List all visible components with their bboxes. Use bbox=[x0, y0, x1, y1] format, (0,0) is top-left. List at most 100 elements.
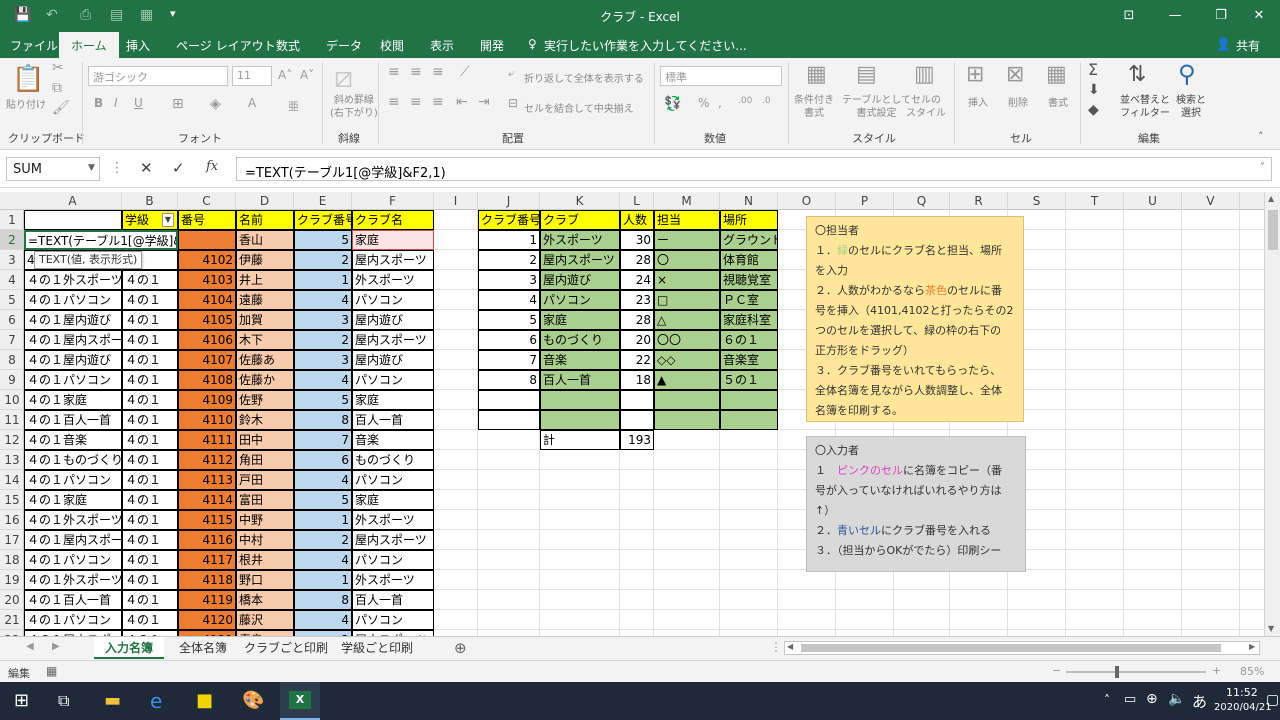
cell-k8[interactable]: 音楽 bbox=[540, 350, 620, 370]
row-header-10[interactable]: 10 bbox=[0, 390, 24, 410]
expand-formula-icon[interactable]: ˅ bbox=[1260, 162, 1265, 173]
cell-f20[interactable]: 百人一首 bbox=[352, 590, 434, 610]
excel-taskbar-button[interactable]: X bbox=[280, 682, 320, 720]
cell-b18[interactable]: ４の１ bbox=[122, 550, 178, 570]
cell-f11[interactable]: 百人一首 bbox=[352, 410, 434, 430]
cell-f21[interactable]: パソコン bbox=[352, 610, 434, 630]
cell-d7[interactable]: 木下 bbox=[236, 330, 294, 350]
cell-b10[interactable]: ４の１ bbox=[122, 390, 178, 410]
cell-n10[interactable] bbox=[720, 390, 778, 410]
club-header-l[interactable]: 人数 bbox=[620, 210, 654, 230]
paste-button[interactable]: 貼り付け bbox=[6, 96, 46, 111]
cell-d18[interactable]: 根井 bbox=[236, 550, 294, 570]
cell-k2[interactable]: 外スポーツ bbox=[540, 230, 620, 250]
editing-cell-a2[interactable]: =TEXT(テーブル1[@学級]&F2,1) bbox=[24, 230, 178, 250]
cell-f7[interactable]: 屋内スポーツ bbox=[352, 330, 434, 350]
orientation-icon[interactable]: ⟋ bbox=[460, 64, 470, 80]
cell-m8[interactable]: ◇◇ bbox=[654, 350, 720, 370]
cell-d13[interactable]: 角田 bbox=[236, 450, 294, 470]
cell-d20[interactable]: 橋本 bbox=[236, 590, 294, 610]
tab-page-layout[interactable]: ページ レイアウト bbox=[176, 37, 276, 54]
cell-a17[interactable]: ４の１屋内スポーツ bbox=[24, 530, 122, 550]
cell-e15[interactable]: 5 bbox=[294, 490, 352, 510]
insert-cells-icon[interactable]: ⊞ bbox=[966, 62, 984, 87]
column-header-i[interactable]: I bbox=[434, 192, 478, 210]
cell-a7[interactable]: ４の１屋内スポーツ bbox=[24, 330, 122, 350]
cell-e14[interactable]: 4 bbox=[294, 470, 352, 490]
format-cells-button[interactable]: 書式 bbox=[1048, 94, 1068, 109]
cell-d14[interactable]: 戸田 bbox=[236, 470, 294, 490]
scroll-thumb[interactable] bbox=[1268, 210, 1278, 250]
cell-d19[interactable]: 野口 bbox=[236, 570, 294, 590]
cell-a20[interactable]: ４の１百人一首 bbox=[24, 590, 122, 610]
cell-e13[interactable]: 6 bbox=[294, 450, 352, 470]
delete-cells-button[interactable]: 削除 bbox=[1008, 94, 1028, 109]
row-header-17[interactable]: 17 bbox=[0, 530, 24, 550]
cell-e11[interactable]: 8 bbox=[294, 410, 352, 430]
column-header-r[interactable]: R bbox=[950, 192, 1008, 210]
sort-filter-icon[interactable]: ⇅ bbox=[1128, 62, 1146, 87]
row-header-19[interactable]: 19 bbox=[0, 570, 24, 590]
merge-icon[interactable]: ⊟ bbox=[508, 96, 518, 110]
tab-developer[interactable]: 開発 bbox=[480, 37, 504, 54]
cell-a6[interactable]: ４の１屋内遊び bbox=[24, 310, 122, 330]
cell-j7[interactable]: 6 bbox=[478, 330, 540, 350]
bold-icon[interactable]: B bbox=[94, 96, 103, 110]
tab-data[interactable]: データ bbox=[326, 37, 362, 54]
formula-input[interactable]: =TEXT(テーブル1[@学級]&F2,1) bbox=[236, 157, 1272, 181]
cell-k9[interactable]: 百人一首 bbox=[540, 370, 620, 390]
cell-f19[interactable]: 外スポーツ bbox=[352, 570, 434, 590]
find-select-button[interactable]: 検索と 選択 bbox=[1176, 94, 1206, 120]
cell-j11[interactable] bbox=[478, 410, 540, 430]
cell-n8[interactable]: 音楽室 bbox=[720, 350, 778, 370]
cell-c8[interactable]: 4107 bbox=[178, 350, 236, 370]
cell-n6[interactable]: 家庭科室 bbox=[720, 310, 778, 330]
cell-e4[interactable]: 1 bbox=[294, 270, 352, 290]
cell-b14[interactable]: ４の１ bbox=[122, 470, 178, 490]
merge-center-button[interactable]: セルを結合して中央揃え bbox=[524, 100, 634, 115]
cell-l6[interactable]: 28 bbox=[620, 310, 654, 330]
cell-c21[interactable]: 4120 bbox=[178, 610, 236, 630]
decrease-decimal-icon[interactable]: .0 bbox=[762, 96, 771, 106]
zoom-thumb[interactable] bbox=[1115, 666, 1119, 678]
header-cell-a[interactable] bbox=[24, 210, 122, 230]
cell-e20[interactable]: 8 bbox=[294, 590, 352, 610]
h-scroll-thumb[interactable] bbox=[801, 644, 1221, 652]
column-header-v[interactable]: V bbox=[1182, 192, 1240, 210]
cell-b21[interactable]: ４の１ bbox=[122, 610, 178, 630]
scroll-up-icon[interactable]: ▲ bbox=[1268, 194, 1274, 203]
cell-m6[interactable]: △ bbox=[654, 310, 720, 330]
header-cell-c[interactable]: 番号 bbox=[178, 210, 236, 230]
total-label[interactable]: 計 bbox=[540, 430, 620, 450]
clear-icon[interactable]: ◆ bbox=[1088, 102, 1099, 118]
row-header-9[interactable]: 9 bbox=[0, 370, 24, 390]
cell-c20[interactable]: 4119 bbox=[178, 590, 236, 610]
cell-e7[interactable]: 2 bbox=[294, 330, 352, 350]
row-header-7[interactable]: 7 bbox=[0, 330, 24, 350]
next-sheet-icon[interactable]: ▶ bbox=[52, 641, 60, 652]
cell-b15[interactable]: ４の１ bbox=[122, 490, 178, 510]
row-header-1[interactable]: 1 bbox=[0, 210, 24, 230]
cell-c14[interactable]: 4113 bbox=[178, 470, 236, 490]
worksheet-grid[interactable]: ABCDEFIJKLMNOPQRSTUV 1 2 3 4 5 6 7 8 9 10 11 12 13 14… bbox=[0, 192, 1264, 636]
prev-sheet-icon[interactable]: ◀ bbox=[26, 641, 34, 652]
ime-indicator[interactable]: あ bbox=[1192, 691, 1207, 712]
cell-f13[interactable]: ものづくり bbox=[352, 450, 434, 470]
cell-f8[interactable]: 屋内遊び bbox=[352, 350, 434, 370]
header-cell-d[interactable]: 名前 bbox=[236, 210, 294, 230]
cell-f15[interactable]: 家庭 bbox=[352, 490, 434, 510]
cell-n5[interactable]: ＰＣ室 bbox=[720, 290, 778, 310]
cell-a10[interactable]: ４の１家庭 bbox=[24, 390, 122, 410]
cell-c2[interactable] bbox=[178, 230, 236, 250]
diagonal-border-button[interactable]: 斜め罫線 (右下がり) bbox=[330, 94, 378, 120]
cell-m5[interactable]: □ bbox=[654, 290, 720, 310]
name-box[interactable]: SUM bbox=[6, 157, 100, 181]
windows-start-icon[interactable]: ⊞ bbox=[14, 690, 29, 711]
cell-f12[interactable]: 音楽 bbox=[352, 430, 434, 450]
cell-l4[interactable]: 24 bbox=[620, 270, 654, 290]
cell-e3[interactable]: 2 bbox=[294, 250, 352, 270]
cell-b8[interactable]: ４の１ bbox=[122, 350, 178, 370]
cell-f4[interactable]: 外スポーツ bbox=[352, 270, 434, 290]
cell-e8[interactable]: 3 bbox=[294, 350, 352, 370]
horizontal-scrollbar[interactable]: ◀ ▶ bbox=[784, 641, 1260, 655]
